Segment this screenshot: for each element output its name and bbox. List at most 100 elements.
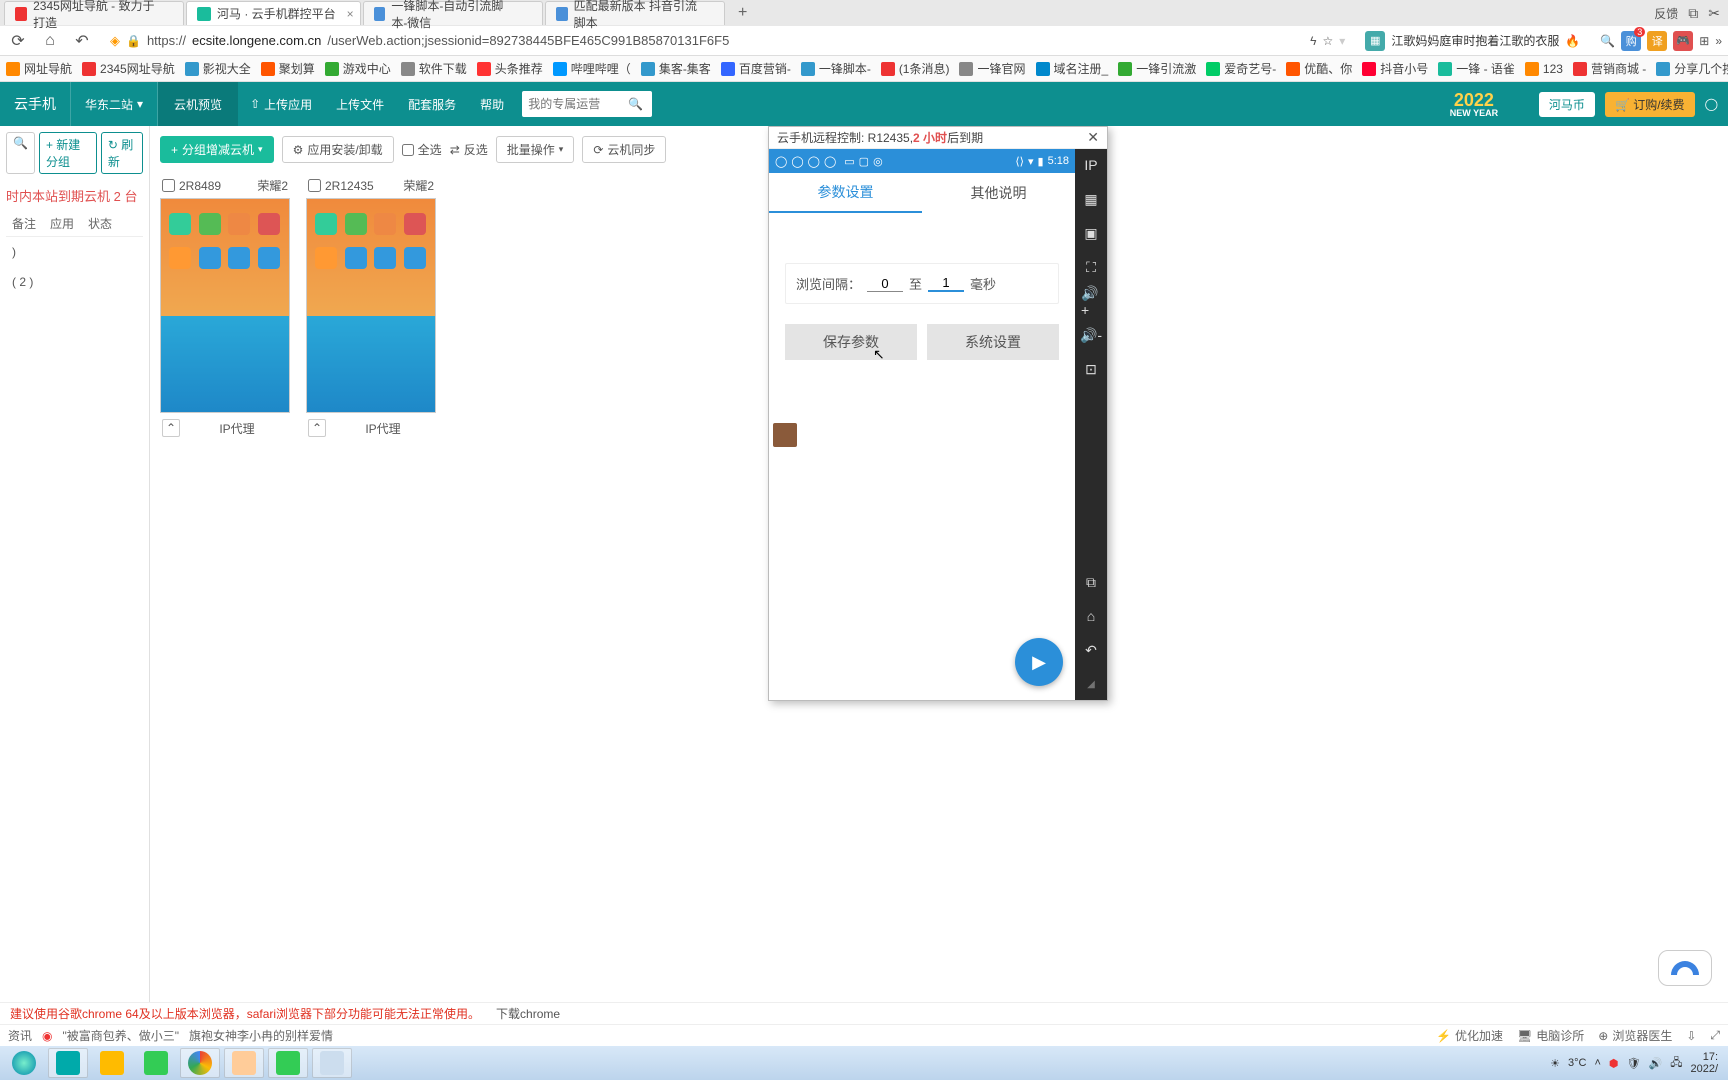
- download-chrome-link[interactable]: 下载chrome: [496, 1005, 560, 1022]
- phone-checkbox[interactable]: [308, 179, 321, 192]
- nav-services[interactable]: 配套服务: [396, 82, 468, 126]
- interval-from-input[interactable]: [867, 276, 903, 292]
- bookmark[interactable]: 影视大全: [185, 60, 251, 77]
- task-item[interactable]: [180, 1048, 220, 1078]
- grid-icon[interactable]: ▦: [1081, 189, 1101, 209]
- ext-icon[interactable]: ▦: [1365, 31, 1385, 51]
- browser-tab-active[interactable]: 河马 · 云手机群控平台 ×: [186, 1, 361, 25]
- bookmark[interactable]: 软件下载: [401, 60, 467, 77]
- phone-card[interactable]: 2R8489荣耀2 ⌃IP代理: [160, 173, 290, 443]
- bookmark[interactable]: 哔哩哔哩（: [553, 60, 631, 77]
- nav-upload-file[interactable]: 上传文件: [324, 82, 396, 126]
- record-icon[interactable]: ⊡: [1081, 359, 1101, 379]
- resize-icon[interactable]: ◢: [1081, 674, 1101, 694]
- bookmark[interactable]: 一锋引流激: [1118, 60, 1196, 77]
- save-params-button[interactable]: 保存参数 ↖: [785, 324, 917, 360]
- more-icon[interactable]: »: [1715, 34, 1722, 48]
- sidebar-item[interactable]: ): [6, 237, 143, 267]
- news-item[interactable]: "被富商包养、做小三": [63, 1027, 180, 1044]
- new-tab-button[interactable]: +: [731, 1, 755, 25]
- back-nav-icon[interactable]: ↶: [1081, 640, 1101, 660]
- order-button[interactable]: 🛒 订购/续费: [1605, 92, 1695, 117]
- task-item[interactable]: [48, 1048, 88, 1078]
- reload-icon[interactable]: ⟳: [6, 29, 30, 53]
- task-item[interactable]: [268, 1048, 308, 1078]
- ext-translate-icon[interactable]: 译: [1647, 31, 1667, 51]
- user-icon[interactable]: ◯: [1705, 97, 1718, 111]
- phone-screen[interactable]: [306, 198, 436, 413]
- sidebar-item[interactable]: ( 2 ): [6, 267, 143, 297]
- bookmark[interactable]: 123: [1525, 62, 1563, 76]
- sidebar-tab-note[interactable]: 备注: [12, 215, 36, 232]
- sync-button[interactable]: ⟳ 云机同步: [582, 136, 666, 163]
- expand-icon[interactable]: ⌃: [308, 419, 326, 437]
- hot-news[interactable]: 江歌妈妈庭审时抱着江歌的衣服: [1391, 32, 1559, 49]
- close-icon[interactable]: ×: [347, 7, 354, 21]
- tray-icon[interactable]: 🛡: [1627, 1057, 1641, 1070]
- nav-help[interactable]: 帮助: [468, 82, 516, 126]
- refresh-button[interactable]: ↻ 刷新: [101, 132, 143, 174]
- browser-tab[interactable]: 一锋脚本-自动引流脚本-微信: [363, 1, 543, 25]
- station-select[interactable]: 华东二站▾: [71, 82, 158, 126]
- phone-screen[interactable]: [160, 198, 290, 413]
- start-button[interactable]: [4, 1048, 44, 1078]
- group-add-button[interactable]: + 分组增减云机 ▾: [160, 136, 274, 163]
- download-icon[interactable]: ⇩: [1686, 1029, 1696, 1043]
- task-item[interactable]: [224, 1048, 264, 1078]
- select-all-checkbox[interactable]: 全选: [402, 141, 442, 158]
- address-input[interactable]: ◈ 🔒 https://ecsite.longene.com.cn/userWe…: [102, 29, 1302, 53]
- phone-card[interactable]: 2R12435荣耀2 ⌃IP代理: [306, 173, 436, 443]
- tray-up-icon[interactable]: ˄: [1594, 1057, 1600, 1069]
- home-icon[interactable]: ⌂: [38, 29, 62, 53]
- ext-shop-icon[interactable]: 购: [1621, 31, 1641, 51]
- weather-icon[interactable]: ☀: [1550, 1057, 1560, 1070]
- vol-down-icon[interactable]: 🔊-: [1081, 325, 1101, 345]
- search-icon[interactable]: 🔍: [1600, 34, 1615, 48]
- back-icon[interactable]: ↶: [70, 29, 94, 53]
- expand-icon[interactable]: ⤢: [1710, 1028, 1720, 1043]
- tray-sound-icon[interactable]: 🔊: [1649, 1057, 1663, 1070]
- apps-icon[interactable]: ⊞: [1699, 34, 1709, 48]
- sidebar-tab-app[interactable]: 应用: [50, 215, 74, 232]
- brand-bubble[interactable]: [1658, 950, 1712, 986]
- coin-button[interactable]: 河马币: [1539, 92, 1595, 117]
- new-group-button[interactable]: + 新建分组: [39, 132, 97, 174]
- bookmark[interactable]: 营销商城 -: [1573, 60, 1646, 77]
- nav-preview[interactable]: 云机预览: [158, 82, 238, 126]
- sidebar-search-icon[interactable]: 🔍: [6, 132, 35, 174]
- crop-icon[interactable]: ⛶: [1081, 257, 1101, 277]
- bookmark[interactable]: 一锋脚本-: [801, 60, 871, 77]
- bookmark[interactable]: 分享几个按: [1656, 60, 1728, 77]
- optimize-link[interactable]: ⚡优化加速: [1436, 1027, 1503, 1044]
- copy-icon[interactable]: ⧉: [1081, 572, 1101, 592]
- bookmark[interactable]: 百度营销-: [721, 60, 791, 77]
- browser-tab[interactable]: 2345网址导航 - 致力于打造: [4, 1, 184, 25]
- batch-button[interactable]: 批量操作 ▾: [496, 136, 575, 163]
- search-input[interactable]: [528, 97, 628, 111]
- task-item[interactable]: [92, 1048, 132, 1078]
- proxy-label[interactable]: IP代理: [219, 420, 254, 437]
- bookmark[interactable]: 集客-集客: [641, 60, 711, 77]
- bookmark[interactable]: 游戏中心: [325, 60, 391, 77]
- task-item[interactable]: [136, 1048, 176, 1078]
- install-button[interactable]: ⚙ 应用安装/卸载: [282, 136, 394, 163]
- site-search[interactable]: 🔍: [522, 91, 652, 117]
- bookmark[interactable]: 聚划算: [261, 60, 315, 77]
- search-icon[interactable]: 🔍: [628, 97, 643, 111]
- bookmark[interactable]: 网址导航: [6, 60, 72, 77]
- interval-to-input[interactable]: [928, 275, 964, 292]
- star-icon[interactable]: ☆: [1323, 34, 1334, 48]
- ip-icon[interactable]: IP: [1081, 155, 1101, 175]
- expand-icon[interactable]: ⌃: [162, 419, 180, 437]
- nav-upload-app[interactable]: ⇧上传应用: [238, 82, 324, 126]
- clinic-link[interactable]: 🖥电脑诊所: [1517, 1027, 1584, 1044]
- bookmark[interactable]: 优酷、你: [1286, 60, 1352, 77]
- restore-icon[interactable]: ⧉: [1688, 5, 1698, 22]
- bookmark[interactable]: 一锋 - 语雀: [1438, 60, 1515, 77]
- bookmark[interactable]: 2345网址导航: [82, 60, 175, 77]
- task-item[interactable]: [312, 1048, 352, 1078]
- scissors-icon[interactable]: ✂: [1708, 5, 1720, 22]
- sidebar-tab-status[interactable]: 状态: [88, 215, 112, 232]
- bookmark[interactable]: 域名注册_: [1036, 60, 1109, 77]
- close-icon[interactable]: ✕: [1087, 129, 1099, 146]
